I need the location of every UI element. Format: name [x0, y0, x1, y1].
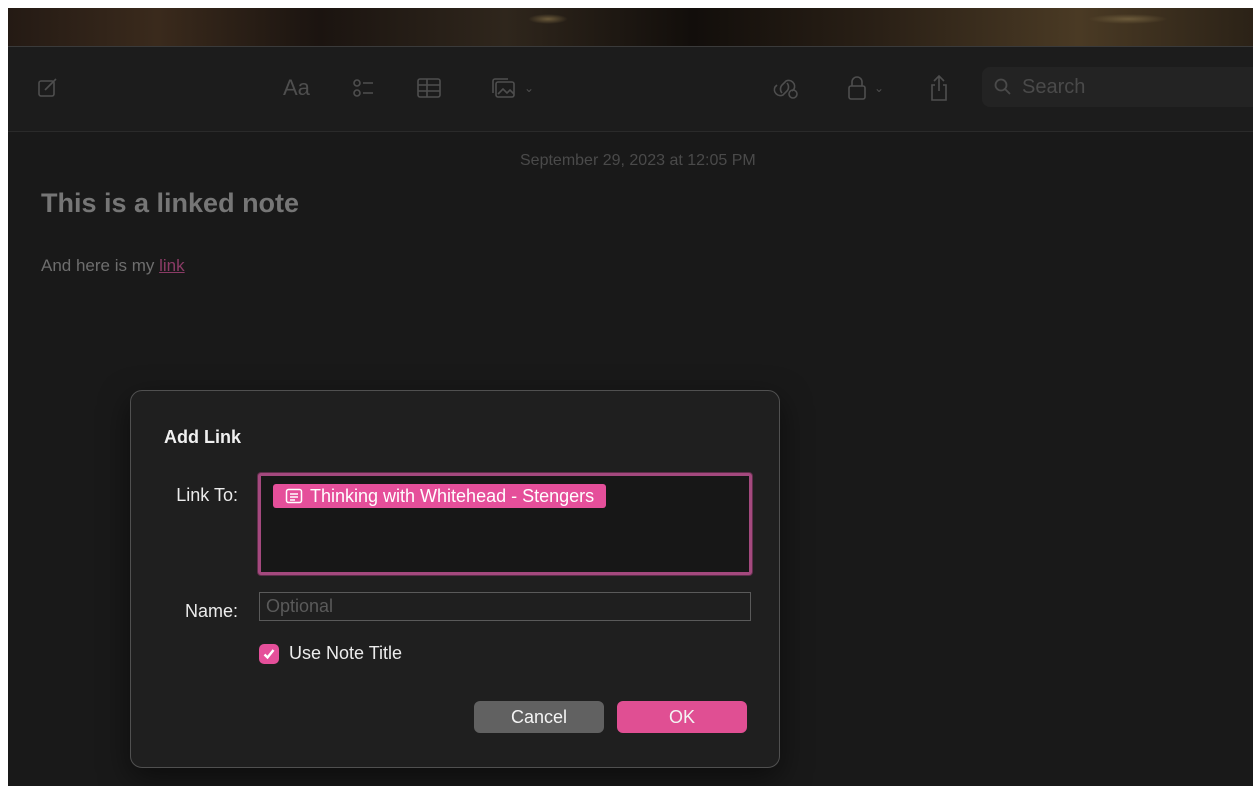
- link-to-label: Link To:: [176, 485, 238, 505]
- collaborate-icon[interactable]: [772, 73, 800, 103]
- cancel-button[interactable]: Cancel: [474, 701, 604, 733]
- link-target-token[interactable]: Thinking with Whitehead - Stengers: [273, 484, 607, 508]
- checkmark-icon: [263, 648, 275, 659]
- format-label: Aa: [283, 75, 310, 100]
- toolbar: Aa ⌄ ⌄ Search: [8, 46, 1253, 132]
- add-link-dialog: Add Link Link To: Thinking with Whitehea…: [130, 390, 780, 768]
- chevron-down-icon: ⌄: [874, 81, 885, 95]
- media-icon: [492, 78, 515, 98]
- note-body[interactable]: And here is my link: [41, 256, 185, 276]
- use-note-title-option[interactable]: Use Note Title: [259, 643, 402, 664]
- format-button[interactable]: Aa: [283, 73, 310, 103]
- checklist-icon[interactable]: [351, 73, 377, 103]
- new-note-icon[interactable]: [36, 73, 60, 103]
- note-body-text: And here is my: [41, 256, 160, 275]
- search-icon: [994, 78, 1011, 95]
- link-to-field[interactable]: Thinking with Whitehead - Stengers: [258, 473, 752, 575]
- use-note-title-checkbox[interactable]: [259, 643, 279, 664]
- ok-button[interactable]: OK: [617, 701, 747, 733]
- note-link[interactable]: link: [159, 256, 185, 275]
- search-field[interactable]: Search: [982, 67, 1253, 107]
- name-label: Name:: [184, 601, 238, 621]
- wallpaper-light: [528, 14, 568, 24]
- note-icon: [285, 488, 303, 504]
- name-input[interactable]: [259, 592, 751, 621]
- chevron-down-icon: ⌄: [524, 81, 535, 95]
- use-note-title-label: Use Note Title: [289, 643, 403, 663]
- wallpaper-light: [1088, 14, 1168, 24]
- link-target-text: Thinking with Whitehead - Stengers: [310, 486, 595, 506]
- share-icon[interactable]: [928, 73, 950, 103]
- note-date: September 29, 2023 at 12:05 PM: [520, 152, 756, 169]
- table-icon[interactable]: [416, 73, 442, 103]
- desktop-wallpaper: [8, 8, 1253, 46]
- notes-window: Aa ⌄ ⌄ Search September 29, 2023 at 12:0…: [8, 8, 1253, 786]
- lock-icon: [848, 76, 866, 100]
- dialog-title: Add Link: [164, 427, 241, 447]
- search-placeholder: Search: [1022, 75, 1086, 98]
- lock-button[interactable]: ⌄: [846, 73, 884, 103]
- note-title[interactable]: This is a linked note: [41, 188, 299, 219]
- media-button[interactable]: ⌄: [490, 73, 534, 103]
